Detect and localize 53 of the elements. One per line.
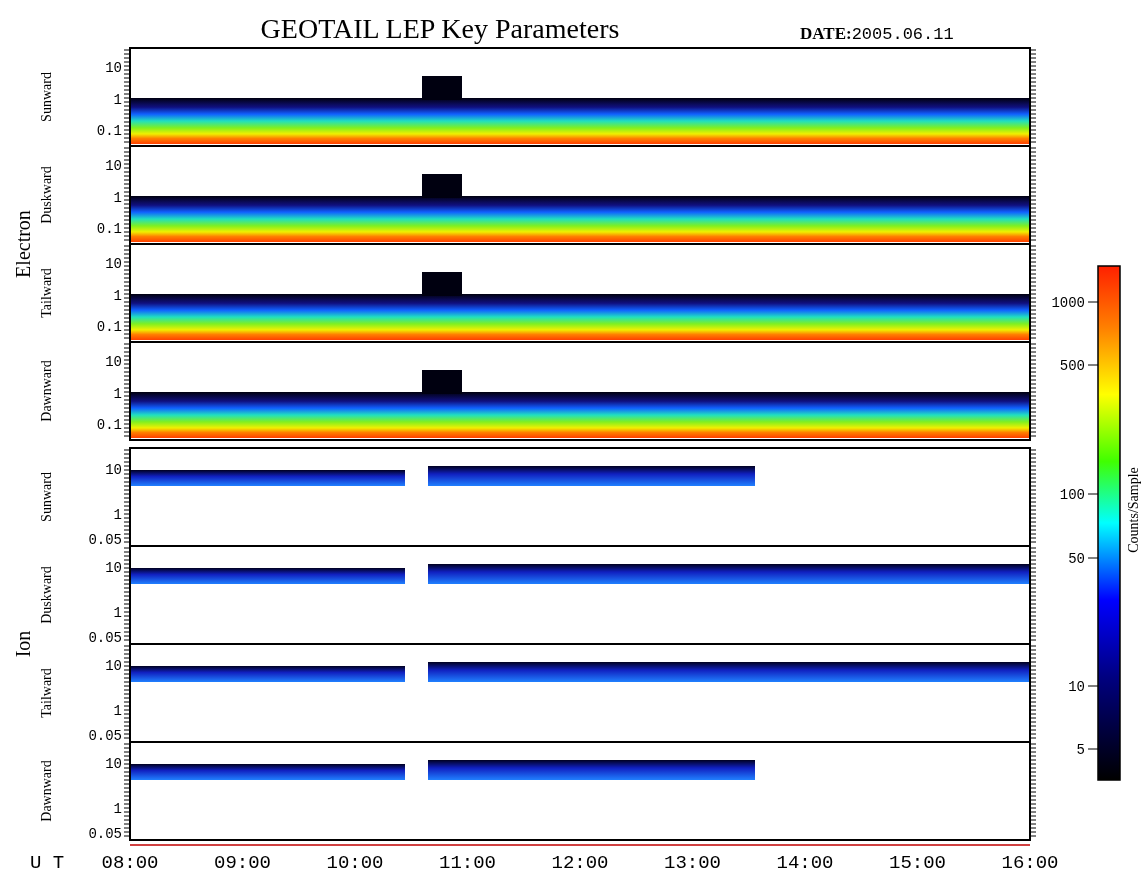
direction-label: Dawnward <box>39 760 54 822</box>
y-tick-label: 0.05 <box>88 728 122 744</box>
y-tick-label: 10 <box>105 354 122 370</box>
y-tick-label: 10 <box>105 256 122 272</box>
direction-label: Sunward <box>39 72 54 122</box>
y-tick-label: 1 <box>113 288 122 304</box>
colorbar-tick-label: 100 <box>1059 487 1085 503</box>
y-tick-label: 10 <box>105 658 122 674</box>
direction-label: Dawnward <box>39 360 54 422</box>
y-tick-label: 1 <box>113 801 122 817</box>
date-text: DATE:2005.06.11 <box>800 24 954 44</box>
y-tick-label: 0.05 <box>88 826 122 842</box>
y-tick-label: 1 <box>113 703 122 719</box>
x-tick-label: 13:00 <box>664 852 721 874</box>
direction-label: Duskward <box>39 166 54 224</box>
direction-label: Duskward <box>39 566 54 624</box>
particle-label: Electron <box>12 210 34 278</box>
y-tick-label: 1 <box>113 190 122 206</box>
time-unit-label: U T <box>30 852 65 874</box>
particle-label: Ion <box>12 630 34 658</box>
y-tick-label: 0.1 <box>96 319 122 335</box>
y-tick-label: 1 <box>113 92 122 108</box>
colorbar-label: Counts/Sample <box>1126 467 1141 553</box>
x-tick-label: 14:00 <box>776 852 834 874</box>
x-tick-label: 08:00 <box>101 852 159 874</box>
y-tick-label: 1 <box>113 605 122 621</box>
direction-label: Tailward <box>39 268 54 318</box>
y-tick-label: 10 <box>105 60 122 76</box>
x-tick-label: 11:00 <box>439 852 496 874</box>
colorbar-tick-label: 1000 <box>1051 295 1085 311</box>
y-tick-label: 1 <box>113 507 122 523</box>
x-tick-label: 15:00 <box>889 852 946 874</box>
y-tick-label: 10 <box>105 462 122 478</box>
y-tick-label: 0.1 <box>96 221 122 237</box>
y-tick-label: 0.05 <box>88 532 122 548</box>
y-tick-label: 0.05 <box>88 630 122 646</box>
x-tick-label: 10:00 <box>326 852 384 874</box>
y-tick-label: 0.1 <box>96 417 122 433</box>
direction-label: Tailward <box>39 668 54 718</box>
y-tick-label: 10 <box>105 756 122 772</box>
colorbar-tick-label: 10 <box>1068 679 1085 695</box>
x-tick-label: 16:00 <box>1001 852 1059 874</box>
colorbar-tick-label: 5 <box>1076 742 1085 758</box>
y-tick-label: 0.1 <box>96 123 122 139</box>
colorbar-tick-label: 50 <box>1068 551 1085 567</box>
x-tick-label: 12:00 <box>551 852 609 874</box>
colorbar-tick-label: 500 <box>1059 358 1085 374</box>
x-tick-label: 09:00 <box>214 852 271 874</box>
direction-label: Sunward <box>39 472 54 522</box>
y-tick-label: 10 <box>105 158 122 174</box>
y-tick-label: 10 <box>105 560 122 576</box>
chart-title: GEOTAIL LEP Key Parameters <box>260 13 620 44</box>
y-tick-label: 1 <box>113 386 122 402</box>
